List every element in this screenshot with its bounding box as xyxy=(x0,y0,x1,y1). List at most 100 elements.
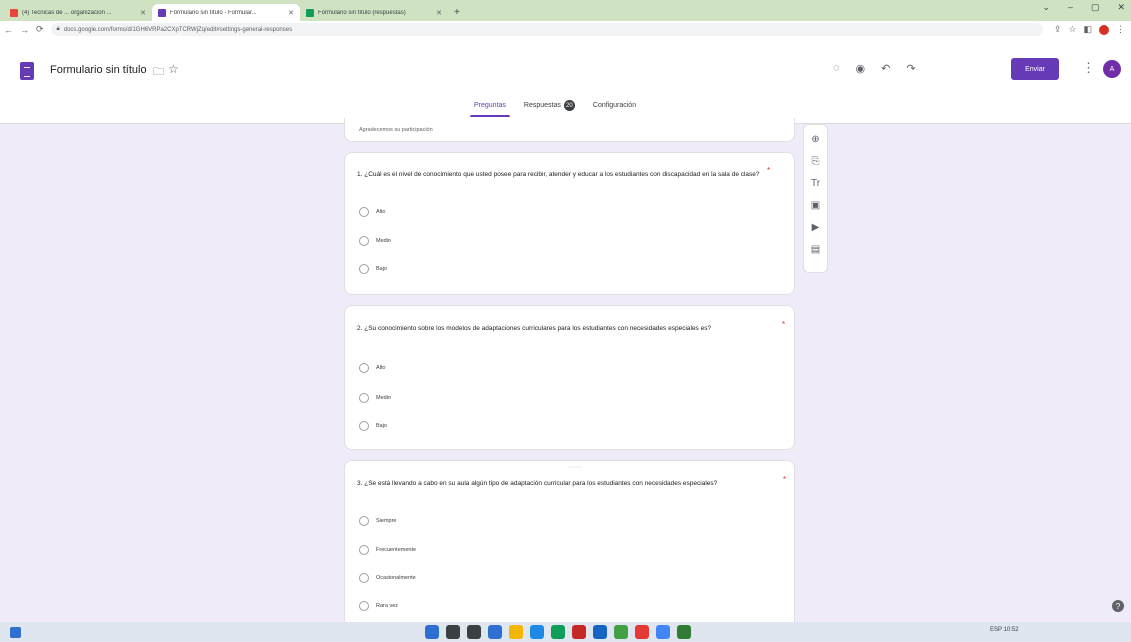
option-label[interactable]: Alto xyxy=(376,365,385,371)
option-label[interactable]: Frecuentemente xyxy=(376,547,416,553)
send-button[interactable]: Enviar xyxy=(1011,58,1059,80)
tab-questions[interactable]: Preguntas xyxy=(470,100,510,117)
taskbar-app-icon[interactable] xyxy=(677,625,691,639)
option-label[interactable]: Bajo xyxy=(376,423,387,429)
browser-tab-3[interactable]: Formulario sin título (respuestas) ✕ xyxy=(300,4,448,21)
question-title[interactable]: 2. ¿Su conocimiento sobre los modelos de… xyxy=(357,323,762,334)
radio-option[interactable]: Ocasionalmente xyxy=(359,573,416,583)
browser-menu-icon[interactable]: ⋮ xyxy=(1116,24,1125,35)
share-icon[interactable]: ⇪ xyxy=(1054,24,1062,35)
video-icon[interactable]: ▶ xyxy=(812,221,820,234)
minimize-button[interactable]: – xyxy=(1068,2,1073,13)
undo-icon[interactable]: ↶ xyxy=(881,62,890,75)
forward-icon[interactable]: → xyxy=(20,25,29,35)
taskbar-app-icon[interactable] xyxy=(425,625,439,639)
option-label[interactable]: Rara vez xyxy=(376,603,398,609)
option-label[interactable]: Ocasionalmente xyxy=(376,575,416,581)
taskbar-app-icon[interactable] xyxy=(467,625,481,639)
radio-option[interactable]: Alto xyxy=(359,207,385,217)
redo-icon[interactable]: ↷ xyxy=(906,62,915,75)
taskbar-app-icon[interactable] xyxy=(530,625,544,639)
import-questions-icon[interactable]: ⎘ xyxy=(812,155,820,168)
tab-settings[interactable]: Configuración xyxy=(589,100,640,117)
taskbar-app-icon[interactable] xyxy=(635,625,649,639)
option-label[interactable]: Siempre xyxy=(376,518,396,524)
avatar[interactable]: A xyxy=(1103,60,1121,78)
radio-option[interactable]: Bajo xyxy=(359,421,387,431)
form-description[interactable]: Agradecemos su participación xyxy=(359,127,433,133)
question-title[interactable]: 3. ¿Se está llevando a cabo en su aula a… xyxy=(357,478,762,489)
forms-logo-icon[interactable] xyxy=(20,62,34,80)
option-label[interactable]: Medio xyxy=(376,395,391,401)
taskbar-app-icon[interactable] xyxy=(593,625,607,639)
profile-icon[interactable] xyxy=(1099,24,1109,35)
help-icon[interactable]: ? xyxy=(1112,600,1124,612)
option-label[interactable]: Medio xyxy=(376,238,391,244)
taskbar-app-icon[interactable] xyxy=(656,625,670,639)
radio-circle-icon xyxy=(359,421,369,431)
question-card-1[interactable]: 1. ¿Cuál es el nivel de conocimiento que… xyxy=(344,152,795,295)
bookmark-star-icon[interactable]: ☆ xyxy=(1068,24,1076,35)
radio-circle-icon xyxy=(359,545,369,555)
tab-title: (4) Tecnicas de ... organizacion ... xyxy=(22,9,112,16)
question-title[interactable]: 1. ¿Cuál es el nivel de conocimiento que… xyxy=(357,169,762,180)
radio-option[interactable]: Medio xyxy=(359,236,391,246)
toolbar-actions: ⇪ ☆ ◧ ⋮ xyxy=(1054,24,1131,35)
forms-header: Formulario sin título 🗀︎ ☆ ◌ ◉ ↶ ↷ Envia… xyxy=(0,38,1131,124)
image-icon[interactable]: ▣ xyxy=(811,199,820,212)
maximize-button[interactable]: ▢ xyxy=(1091,2,1100,13)
form-title[interactable]: Formulario sin título xyxy=(50,64,147,76)
add-question-icon[interactable]: ⊕ xyxy=(811,133,819,146)
radio-circle-icon xyxy=(359,516,369,526)
radio-option[interactable]: Siempre xyxy=(359,516,396,526)
radio-option[interactable]: Frecuentemente xyxy=(359,545,416,555)
taskbar-app-icon[interactable] xyxy=(551,625,565,639)
address-bar[interactable]: 🔒︎ docs.google.com/forms/d/1GH6VRPa2CXpT… xyxy=(50,23,1043,36)
required-asterisk: * xyxy=(782,320,786,329)
taskbar-apps xyxy=(425,625,691,639)
option-label[interactable]: Bajo xyxy=(376,266,387,272)
window-controls: ⌄ – ▢ ✕ xyxy=(1042,2,1125,13)
close-tab-icon[interactable]: ✕ xyxy=(436,9,442,17)
radio-option[interactable]: Rara vez xyxy=(359,601,398,611)
tab-title: Formulario sin título - Formular... xyxy=(170,9,257,16)
question-card-3[interactable]: ⋯⋯ 3. ¿Se está llevando a cabo en su aul… xyxy=(344,460,795,630)
required-asterisk: * xyxy=(767,166,771,175)
taskbar-app-icon[interactable] xyxy=(488,625,502,639)
taskbar-app-icon[interactable] xyxy=(509,625,523,639)
url-text: docs.google.com/forms/d/1GH6VRPa2CXpTCRW… xyxy=(63,26,293,33)
taskbar-app-icon[interactable] xyxy=(446,625,460,639)
taskbar-app-icon[interactable] xyxy=(572,625,586,639)
drag-handle-icon[interactable]: ⋯⋯ xyxy=(568,464,582,471)
move-to-folder-icon[interactable]: 🗀︎ xyxy=(153,63,164,82)
more-options-icon[interactable]: ⋮ xyxy=(1082,60,1095,76)
radio-option[interactable]: Bajo xyxy=(359,264,387,274)
browser-tab-1[interactable]: (4) Tecnicas de ... organizacion ... ✕ xyxy=(4,4,152,21)
sidepanel-icon[interactable]: ◧ xyxy=(1083,24,1092,35)
radio-option[interactable]: Medio xyxy=(359,393,391,403)
windows-start-icon[interactable] xyxy=(10,627,21,638)
radio-option[interactable]: Alto xyxy=(359,363,385,373)
option-label[interactable]: Alto xyxy=(376,209,385,215)
tab-responses[interactable]: Respuestas 20 xyxy=(520,100,579,117)
reload-icon[interactable]: ⟳ xyxy=(36,24,44,35)
tab-search-icon[interactable]: ⌄ xyxy=(1042,2,1050,13)
browser-tab-strip: (4) Tecnicas de ... organizacion ... ✕ F… xyxy=(0,0,1131,21)
star-icon[interactable]: ☆ xyxy=(168,62,179,76)
tray-status-text[interactable]: ESP 10:52 xyxy=(990,627,1019,633)
browser-tab-2[interactable]: Formulario sin título - Formular... ✕ xyxy=(152,4,300,21)
back-icon[interactable]: ← xyxy=(4,25,13,35)
close-window-button[interactable]: ✕ xyxy=(1117,2,1125,13)
form-description-card[interactable]: Agradecemos su participación xyxy=(344,118,795,142)
radio-circle-icon xyxy=(359,393,369,403)
new-tab-button[interactable]: + xyxy=(448,4,466,21)
tab-favicon-icon xyxy=(10,8,18,17)
title-text-icon[interactable]: Tr xyxy=(811,177,820,190)
preview-icon[interactable]: ◉ xyxy=(856,62,866,75)
close-tab-icon[interactable]: ✕ xyxy=(140,9,146,17)
question-card-2[interactable]: 2. ¿Su conocimiento sobre los modelos de… xyxy=(344,305,795,450)
section-icon[interactable]: ▤ xyxy=(811,243,820,256)
palette-icon[interactable]: ◌ xyxy=(833,62,840,75)
taskbar-app-icon[interactable] xyxy=(614,625,628,639)
close-tab-icon[interactable]: ✕ xyxy=(288,9,294,17)
